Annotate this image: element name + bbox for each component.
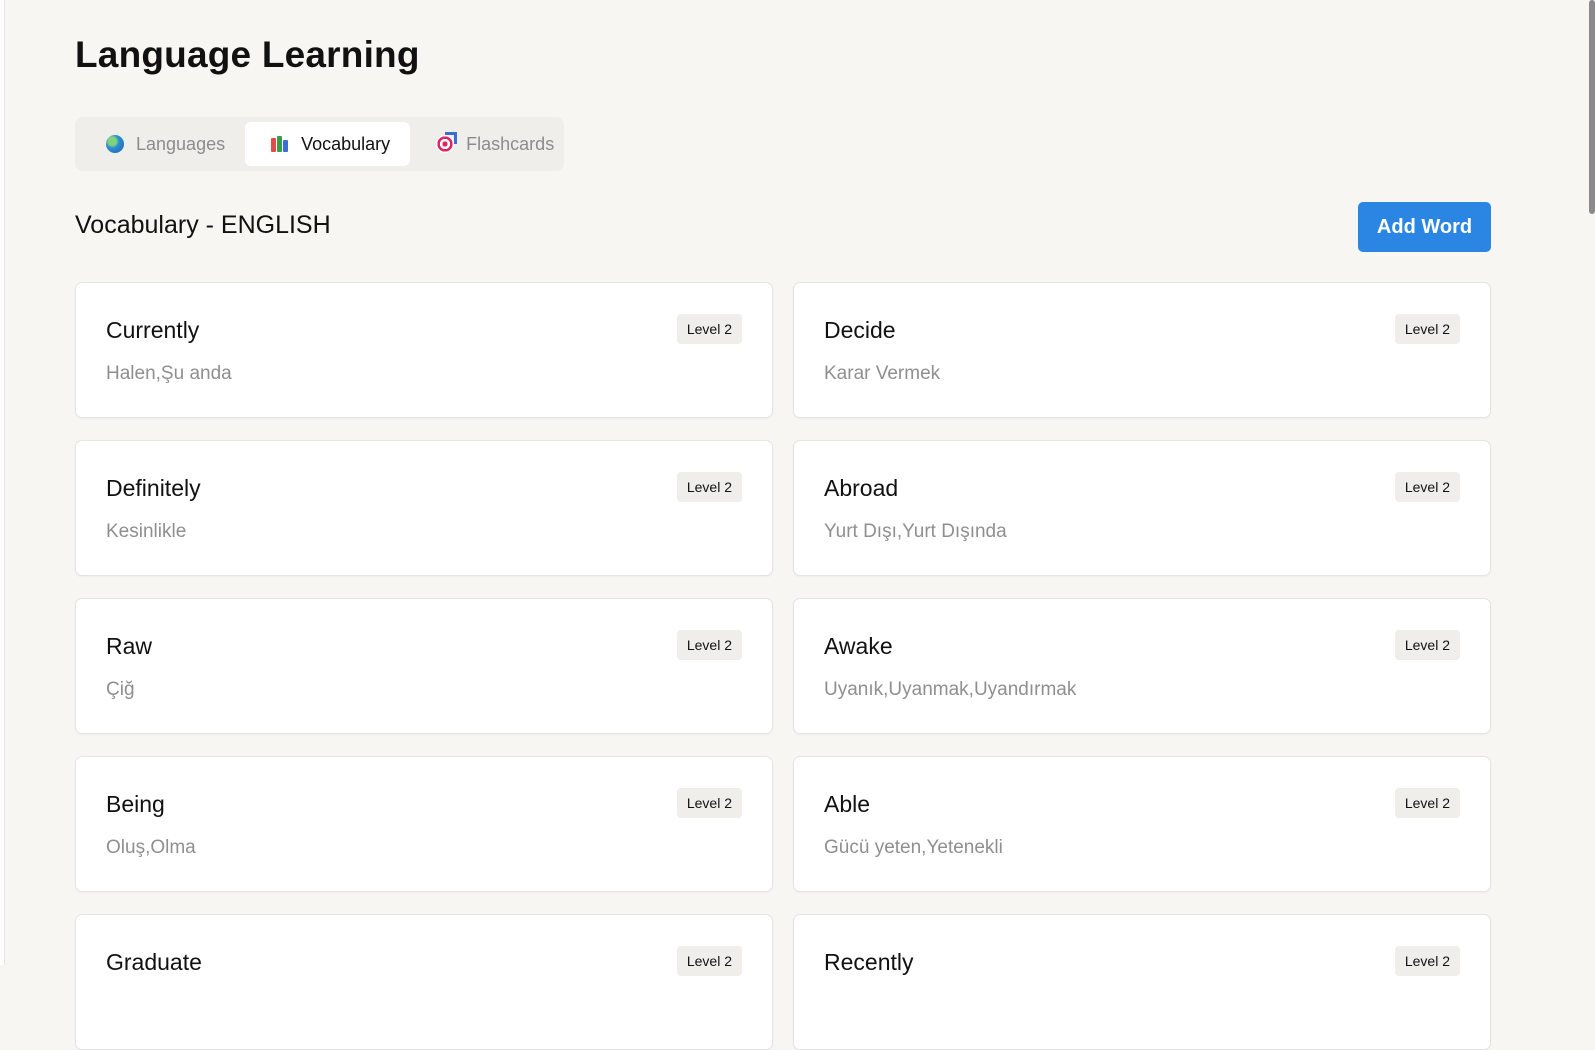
word-translation: Uyanık,Uyanmak,Uyandırmak bbox=[824, 679, 1077, 700]
word-card[interactable]: Decide Karar Vermek Level 2 bbox=[793, 282, 1491, 418]
section-title: Vocabulary - ENGLISH bbox=[75, 211, 331, 239]
scrollbar-thumb[interactable] bbox=[1589, 0, 1595, 214]
word-text: Awake bbox=[824, 633, 893, 659]
tab-languages[interactable]: Languages bbox=[80, 122, 245, 166]
word-card[interactable]: Able Gücü yeten,Yetenekli Level 2 bbox=[793, 756, 1491, 892]
page-title: Language Learning bbox=[75, 34, 420, 75]
level-badge: Level 2 bbox=[1394, 472, 1460, 502]
level-badge: Level 2 bbox=[1394, 630, 1460, 660]
word-translation: Oluş,Olma bbox=[106, 837, 196, 858]
books-icon bbox=[271, 135, 289, 153]
level-badge: Level 2 bbox=[676, 630, 742, 660]
word-text: Definitely bbox=[106, 475, 201, 501]
word-translation: Gücü yeten,Yetenekli bbox=[824, 837, 1003, 858]
word-card[interactable]: Raw Çiğ Level 2 bbox=[75, 598, 773, 734]
word-translation: Kesinlikle bbox=[106, 521, 187, 542]
level-badge: Level 2 bbox=[1394, 946, 1460, 976]
window-left-edge bbox=[0, 0, 5, 965]
word-card[interactable]: Abroad Yurt Dışı,Yurt Dışında Level 2 bbox=[793, 440, 1491, 576]
word-text: Decide bbox=[824, 317, 896, 343]
word-text: Recently bbox=[824, 949, 914, 975]
target-icon bbox=[436, 135, 455, 153]
word-card[interactable]: Awake Uyanık,Uyanmak,Uyandırmak Level 2 bbox=[793, 598, 1491, 734]
tab-flashcards[interactable]: Flashcards bbox=[410, 122, 574, 166]
word-translation: Yurt Dışı,Yurt Dışında bbox=[824, 521, 1007, 542]
word-text: Currently bbox=[106, 317, 200, 343]
scrollbar[interactable] bbox=[1568, 0, 1595, 965]
tab-label: Languages bbox=[136, 133, 226, 154]
word-text: Abroad bbox=[824, 475, 899, 501]
globe-icon bbox=[106, 135, 124, 153]
section-header: Vocabulary - ENGLISH Add Word bbox=[75, 202, 1491, 252]
level-badge: Level 2 bbox=[1394, 314, 1460, 344]
level-badge: Level 2 bbox=[676, 472, 742, 502]
tab-bar: Languages Vocabulary Flashcards bbox=[75, 117, 564, 171]
word-text: Graduate bbox=[106, 949, 202, 975]
word-card[interactable]: Definitely Kesinlikle Level 2 bbox=[75, 440, 773, 576]
level-badge: Level 2 bbox=[676, 314, 742, 344]
word-text: Being bbox=[106, 791, 165, 817]
level-badge: Level 2 bbox=[676, 946, 742, 976]
word-translation: Halen,Şu anda bbox=[106, 363, 232, 384]
word-card[interactable]: Being Oluş,Olma Level 2 bbox=[75, 756, 773, 892]
word-text: Able bbox=[824, 791, 871, 817]
vocabulary-grid: Currently Halen,Şu anda Level 2 Decide K… bbox=[75, 282, 1491, 1050]
level-badge: Level 2 bbox=[676, 788, 742, 818]
tab-vocabulary[interactable]: Vocabulary bbox=[245, 122, 411, 166]
word-text: Raw bbox=[106, 633, 153, 659]
add-word-button[interactable]: Add Word bbox=[1358, 202, 1491, 252]
level-badge: Level 2 bbox=[1394, 788, 1460, 818]
tab-label: Flashcards bbox=[466, 133, 555, 154]
word-card[interactable]: Recently Level 2 bbox=[793, 914, 1491, 1050]
tab-label: Vocabulary bbox=[301, 133, 391, 154]
word-translation: Karar Vermek bbox=[824, 363, 941, 384]
word-translation: Çiğ bbox=[106, 679, 135, 700]
word-card[interactable]: Graduate Level 2 bbox=[75, 914, 773, 1050]
word-card[interactable]: Currently Halen,Şu anda Level 2 bbox=[75, 282, 773, 418]
